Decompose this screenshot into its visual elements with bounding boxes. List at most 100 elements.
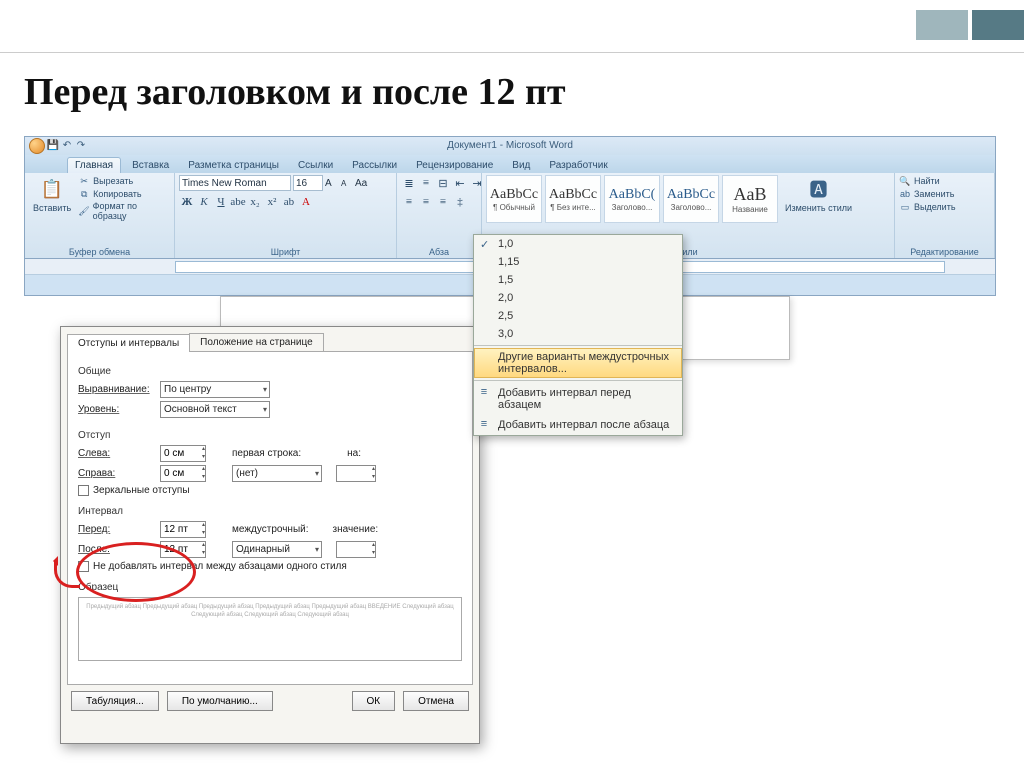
align-left-icon[interactable]: ≡ bbox=[401, 194, 417, 210]
ribbon-tabs: Главная Вставка Разметка страницы Ссылки… bbox=[25, 155, 995, 173]
line-spacing-label: междустрочный: bbox=[232, 524, 309, 535]
alignment-select[interactable]: По центру bbox=[160, 381, 270, 398]
line-spacing-button[interactable]: ‡ bbox=[452, 194, 468, 210]
change-styles-button[interactable]: 🅰Изменить стили bbox=[781, 175, 856, 215]
bold-button[interactable]: Ж bbox=[179, 194, 195, 210]
tab-review[interactable]: Рецензирование bbox=[408, 157, 501, 173]
underline-button[interactable]: Ч bbox=[213, 194, 229, 210]
indent-left-input[interactable] bbox=[160, 445, 206, 462]
quick-access-toolbar[interactable]: 💾 ↶ ↷ bbox=[29, 138, 87, 154]
indent-right-input[interactable] bbox=[160, 465, 206, 482]
cancel-button[interactable]: Отмена bbox=[403, 691, 469, 711]
tabs-button[interactable]: Табуляция... bbox=[71, 691, 159, 711]
style-normal[interactable]: AaBbCc¶ Обычный bbox=[486, 175, 542, 223]
group-label: Шрифт bbox=[175, 247, 396, 257]
spacing-after-icon: ≡ bbox=[478, 418, 490, 430]
default-button[interactable]: По умолчанию... bbox=[167, 691, 273, 711]
save-icon[interactable]: 💾 bbox=[47, 140, 59, 152]
section-preview: Образец bbox=[78, 582, 462, 593]
tab-view[interactable]: Вид bbox=[504, 157, 538, 173]
spacing-option[interactable]: 3,0 bbox=[474, 325, 682, 343]
dialog-tab-pagination[interactable]: Положение на странице bbox=[189, 333, 323, 351]
section-general: Общие bbox=[78, 366, 462, 377]
add-space-before[interactable]: ≡Добавить интервал перед абзацем bbox=[474, 383, 682, 415]
spacing-options-more[interactable]: Другие варианты междустрочных интервалов… bbox=[474, 348, 682, 378]
superscript-button[interactable]: x² bbox=[264, 194, 280, 210]
style-heading2[interactable]: AaBbCcЗаголово... bbox=[663, 175, 719, 223]
font-family-select[interactable]: Times New Roman bbox=[179, 175, 291, 191]
dont-add-space-checkbox[interactable]: Не добавлять интервал между абзацами одн… bbox=[78, 561, 462, 572]
at-label: значение: bbox=[333, 524, 379, 535]
outline-select[interactable]: Основной текст bbox=[160, 401, 270, 418]
add-space-after[interactable]: ≡Добавить интервал после абзаца bbox=[474, 415, 682, 435]
find-icon: 🔍 bbox=[899, 175, 911, 187]
align-right-icon[interactable]: ≡ bbox=[435, 194, 451, 210]
undo-icon[interactable]: ↶ bbox=[61, 140, 73, 152]
bullets-icon[interactable]: ≣ bbox=[401, 175, 417, 191]
align-center-icon[interactable]: ≡ bbox=[418, 194, 434, 210]
italic-button[interactable]: К bbox=[196, 194, 212, 210]
group-label: Редактирование bbox=[895, 247, 994, 257]
space-after-input[interactable] bbox=[160, 541, 206, 558]
spacing-option[interactable]: 2,0 bbox=[474, 289, 682, 307]
spacing-option[interactable]: 1,0 bbox=[474, 235, 682, 253]
style-title[interactable]: AaBНазвание bbox=[722, 175, 778, 223]
mirror-indents-checkbox[interactable]: Зеркальные отступы bbox=[78, 485, 462, 496]
space-before-input[interactable] bbox=[160, 521, 206, 538]
replace-icon: ab bbox=[899, 188, 911, 200]
spacing-option[interactable]: 1,15 bbox=[474, 253, 682, 271]
font-size-select[interactable]: 16 bbox=[293, 175, 323, 191]
title-bar: 💾 ↶ ↷ Документ1 - Microsoft Word bbox=[25, 137, 995, 155]
shrink-font-icon[interactable]: A bbox=[341, 179, 353, 188]
outline-label: Уровень: bbox=[78, 404, 154, 415]
paragraph-dialog: Отступы и интервалы Положение на страниц… bbox=[60, 326, 480, 744]
tab-mailings[interactable]: Рассылки bbox=[344, 157, 405, 173]
indent-right-label: Справа: bbox=[78, 468, 154, 479]
font-color-button[interactable]: A bbox=[298, 194, 314, 210]
highlight-button[interactable]: ab bbox=[281, 194, 297, 210]
replace-button[interactable]: abЗаменить bbox=[899, 188, 956, 200]
copy-button[interactable]: ⧉Копировать bbox=[78, 188, 170, 200]
redo-icon[interactable]: ↷ bbox=[75, 140, 87, 152]
tab-home[interactable]: Главная bbox=[67, 157, 121, 173]
select-button[interactable]: ▭Выделить bbox=[899, 201, 956, 213]
spacing-option[interactable]: 2,5 bbox=[474, 307, 682, 325]
paste-button[interactable]: 📋 Вставить bbox=[29, 175, 75, 215]
select-icon: ▭ bbox=[899, 201, 911, 213]
styles-icon: 🅰 bbox=[807, 177, 831, 201]
format-painter-button[interactable]: 🖌Формат по образцу bbox=[78, 201, 170, 221]
brush-icon: 🖌 bbox=[78, 205, 90, 217]
copy-icon: ⧉ bbox=[78, 188, 90, 200]
tab-developer[interactable]: Разработчик bbox=[541, 157, 615, 173]
style-nospacing[interactable]: AaBbCc¶ Без инте... bbox=[545, 175, 601, 223]
multilevel-icon[interactable]: ⊟ bbox=[435, 175, 451, 191]
line-spacing-select[interactable]: Одинарный bbox=[232, 541, 322, 558]
strike-button[interactable]: abe bbox=[230, 194, 246, 210]
numbering-icon[interactable]: ≡ bbox=[418, 175, 434, 191]
indent-dec-icon[interactable]: ⇤ bbox=[452, 175, 468, 191]
line-spacing-at-input[interactable] bbox=[336, 541, 376, 558]
tab-insert[interactable]: Вставка bbox=[124, 157, 177, 173]
first-line-select[interactable]: (нет) bbox=[232, 465, 322, 482]
tab-layout[interactable]: Разметка страницы bbox=[180, 157, 287, 173]
first-line-label: первая строка: bbox=[232, 448, 301, 459]
find-button[interactable]: 🔍Найти bbox=[899, 175, 956, 187]
subscript-button[interactable]: x₂ bbox=[247, 194, 263, 210]
first-line-by-input[interactable] bbox=[336, 465, 376, 482]
clear-format-icon[interactable]: Aa bbox=[355, 178, 367, 189]
dialog-tab-indents[interactable]: Отступы и интервалы bbox=[67, 334, 190, 352]
slide-accent bbox=[916, 10, 1024, 40]
group-label: Буфер обмена bbox=[25, 247, 174, 257]
cut-icon: ✂ bbox=[78, 175, 90, 187]
office-button[interactable] bbox=[29, 138, 45, 154]
group-label: Абза bbox=[397, 247, 481, 257]
grow-font-icon[interactable]: A bbox=[325, 178, 339, 189]
tab-references[interactable]: Ссылки bbox=[290, 157, 341, 173]
spacing-option[interactable]: 1,5 bbox=[474, 271, 682, 289]
indent-left-label: Слева: bbox=[78, 448, 154, 459]
dialog-panel: Общие Выравнивание: По центру Уровень: О… bbox=[67, 351, 473, 685]
ok-button[interactable]: ОК bbox=[352, 691, 396, 711]
window-title: Документ1 - Microsoft Word bbox=[447, 140, 573, 151]
cut-button[interactable]: ✂Вырезать bbox=[78, 175, 170, 187]
style-heading1[interactable]: AaBbC(Заголово... bbox=[604, 175, 660, 223]
